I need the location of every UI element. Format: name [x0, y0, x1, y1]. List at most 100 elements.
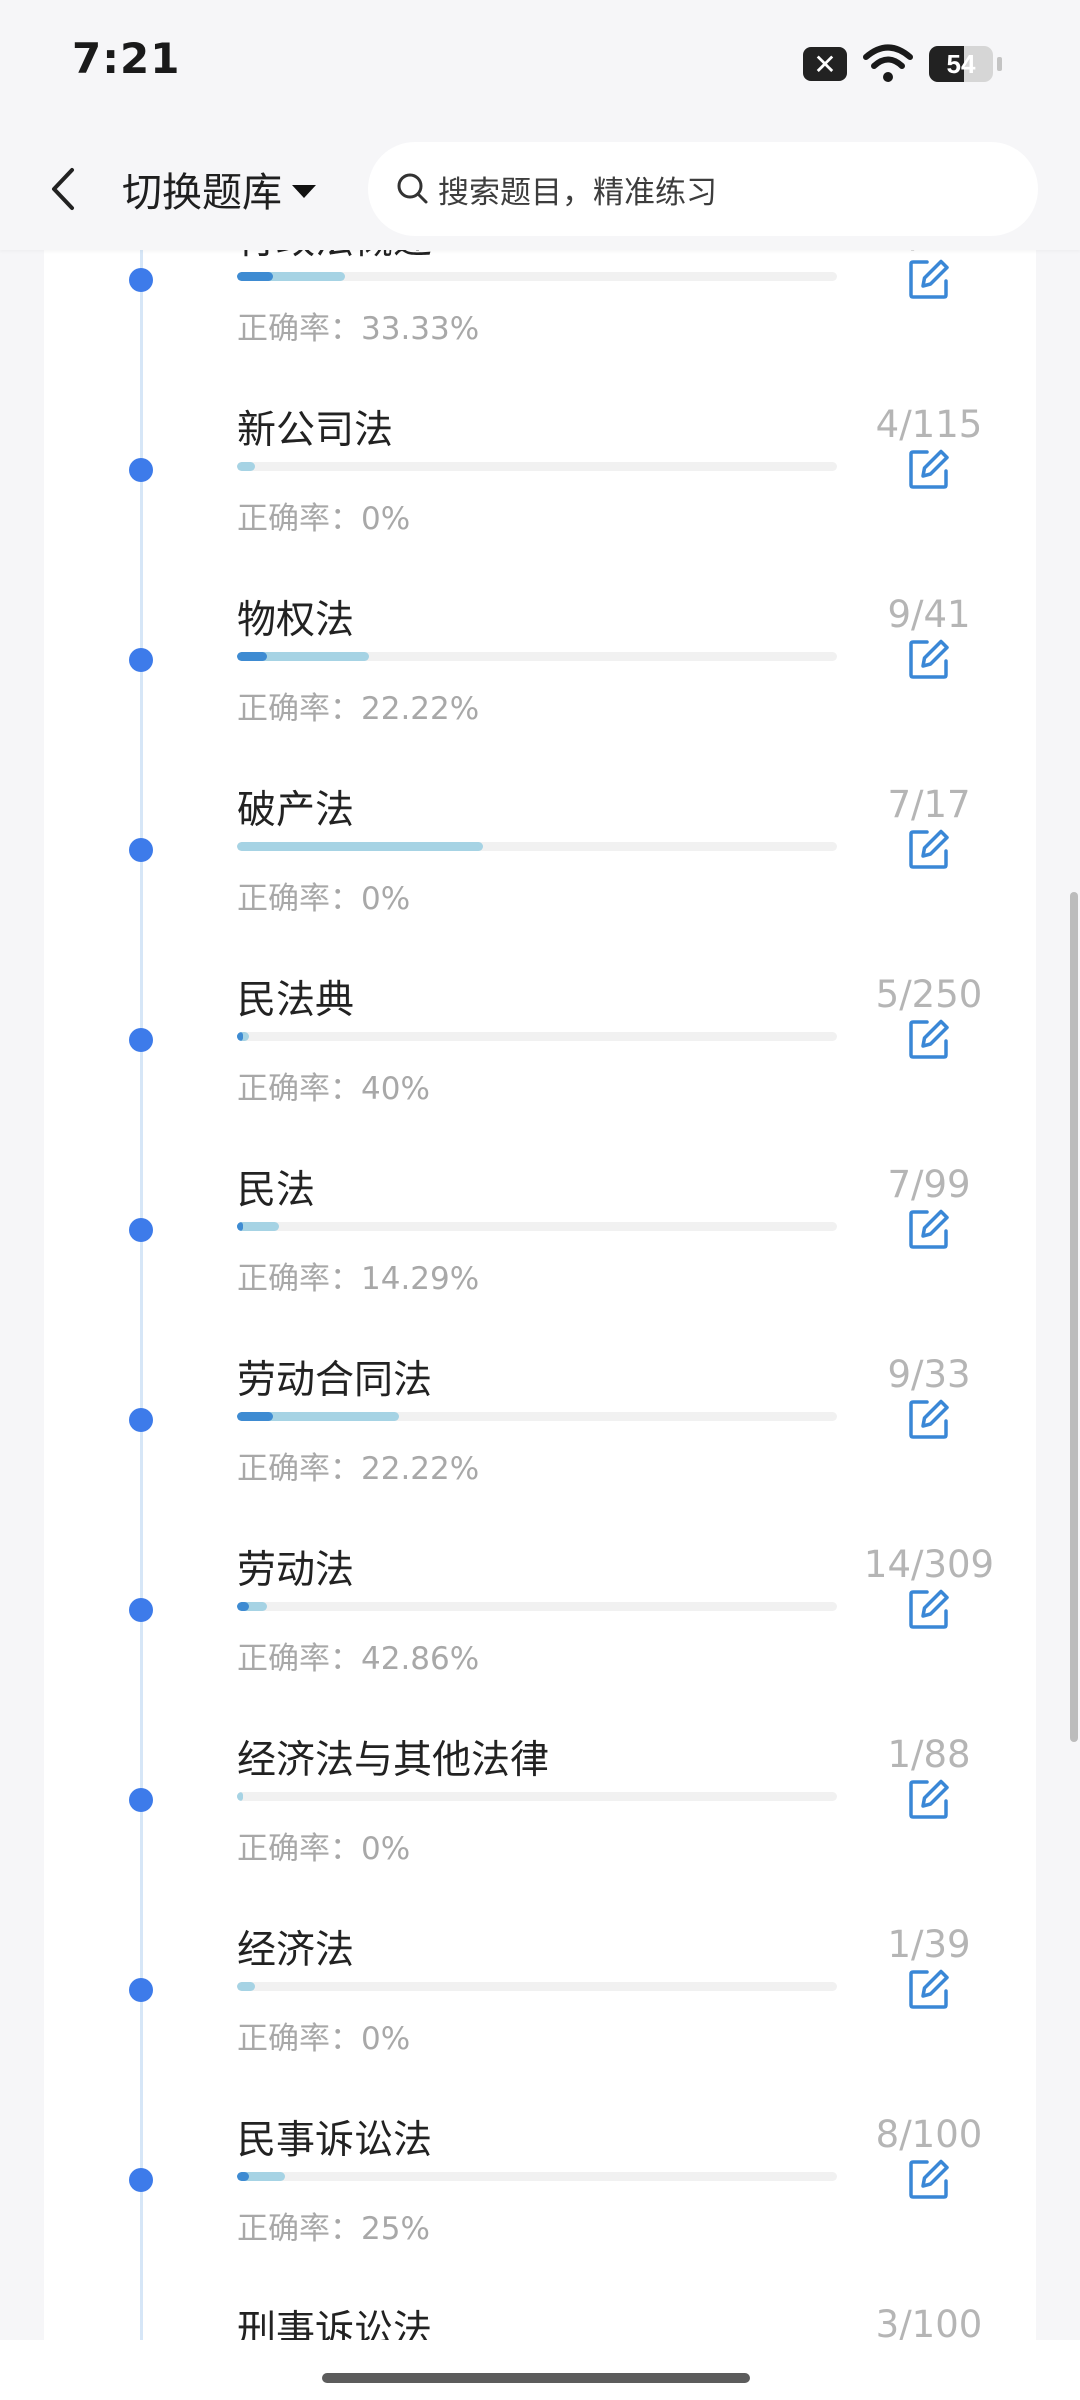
caret-down-icon [292, 184, 316, 198]
chapter-row[interactable]: 新公司法 正确率：0% 4/115 [44, 403, 1036, 617]
search-icon [394, 170, 432, 208]
chapter-row[interactable]: 经济法与其他法律 正确率：0% 1/88 [44, 1733, 1036, 1947]
accuracy-text: 正确率：33.33% [237, 311, 480, 347]
switch-question-bank-label: 切换题库 [122, 170, 282, 216]
chapter-title: 行政法概述 [237, 250, 432, 265]
timeline-dot [129, 2168, 153, 2192]
chapter-row[interactable]: 破产法 正确率：0% 7/17 [44, 783, 1036, 997]
progress-correct-fill [237, 1222, 243, 1231]
back-button[interactable] [38, 153, 88, 225]
accuracy-text: 正确率：40% [237, 1071, 430, 1107]
status-bar: 7:21 ✕ 54 [0, 0, 1080, 128]
accuracy-text: 正确率：0% [237, 881, 411, 917]
timeline-dot [129, 1218, 153, 1242]
progress-count: 8/100 [875, 2113, 983, 2156]
progress-bar [237, 1982, 837, 1991]
practice-edit-button[interactable] [901, 251, 957, 307]
progress-count: 7/99 [887, 1163, 971, 1206]
search-input[interactable]: 搜索题目，精准练习 [368, 142, 1038, 236]
search-placeholder: 搜索题目，精准练习 [438, 174, 717, 211]
progress-correct-fill [237, 272, 273, 281]
progress-correct-fill [237, 652, 267, 661]
practice-edit-button[interactable] [901, 1391, 957, 1447]
status-time: 7:21 [72, 34, 181, 83]
practice-edit-button[interactable] [901, 441, 957, 497]
progress-correct-fill [237, 1412, 273, 1421]
edit-icon [909, 1019, 949, 1059]
chevron-left-icon [52, 168, 74, 210]
timeline-dot [129, 458, 153, 482]
status-icons: ✕ 54 [803, 42, 1002, 86]
chapter-row[interactable]: 经济法 正确率：0% 1/39 [44, 1923, 1036, 2137]
navigation-bar [0, 2340, 1080, 2400]
home-indicator[interactable] [322, 2373, 750, 2383]
practice-edit-button[interactable] [901, 1011, 957, 1067]
chapter-row[interactable]: 民法典 正确率：40% 5/250 [44, 973, 1036, 1187]
progress-count: 4/115 [875, 403, 983, 446]
progress-correct-fill [237, 2172, 249, 2181]
progress-bar [237, 1792, 837, 1801]
chapter-title: 物权法 [237, 598, 355, 643]
notification-close-icon: ✕ [803, 47, 847, 81]
accuracy-text: 正确率：22.22% [237, 691, 480, 727]
progress-bar [237, 1602, 837, 1611]
edit-icon [909, 449, 949, 489]
chapter-row[interactable]: 劳动合同法 正确率：22.22% 9/33 [44, 1353, 1036, 1567]
battery-tip [997, 57, 1002, 71]
progress-correct-fill [237, 1602, 249, 1611]
accuracy-text: 正确率：14.29% [237, 1261, 480, 1297]
timeline-dot [129, 648, 153, 672]
practice-edit-button[interactable] [901, 1201, 957, 1257]
practice-edit-button[interactable] [901, 631, 957, 687]
switch-question-bank-button[interactable]: 切换题库 [122, 158, 316, 220]
battery-icon: 54 [929, 46, 993, 82]
chapter-row[interactable]: 民法 正确率：14.29% 7/99 [44, 1163, 1036, 1377]
progress-correct-fill [237, 1032, 243, 1041]
timeline-dot [129, 838, 153, 862]
progress-done-fill [237, 1982, 255, 1991]
practice-edit-button[interactable] [901, 2151, 957, 2207]
progress-count: 7/17 [887, 783, 971, 826]
timeline-dot [129, 1978, 153, 2002]
chapter-title: 经济法与其他法律 [237, 1738, 550, 1783]
chapter-row[interactable]: 行政法概述 正确率：33.33% 3/17 [44, 250, 1036, 427]
progress-bar [237, 462, 837, 471]
edit-icon [909, 639, 949, 679]
progress-bar [237, 1032, 837, 1041]
chapter-title: 劳动合同法 [237, 1358, 433, 1403]
accuracy-text: 正确率：0% [237, 1831, 411, 1867]
progress-count: 14/309 [863, 1543, 995, 1586]
chapter-title: 劳动法 [237, 1548, 355, 1593]
progress-count: 1/88 [887, 1733, 971, 1776]
edit-icon [909, 1399, 949, 1439]
progress-done-fill [237, 462, 255, 471]
edit-icon [909, 2159, 949, 2199]
practice-edit-button[interactable] [901, 821, 957, 877]
timeline-dot [129, 1408, 153, 1432]
chapter-title: 破产法 [237, 788, 355, 833]
practice-edit-button[interactable] [901, 1961, 957, 2017]
progress-bar [237, 1222, 837, 1231]
chapter-title: 民法典 [237, 978, 355, 1023]
chapter-row[interactable]: 物权法 正确率：22.22% 9/41 [44, 593, 1036, 807]
chapter-title: 经济法 [237, 1928, 355, 1973]
timeline-dot [129, 268, 153, 292]
wifi-icon [863, 44, 913, 82]
chapter-row[interactable]: 民事诉讼法 正确率：25% 8/100 [44, 2113, 1036, 2327]
battery-level: 54 [946, 48, 976, 79]
progress-bar [237, 1412, 837, 1421]
chapter-title: 新公司法 [237, 408, 394, 453]
accuracy-text: 正确率：0% [237, 501, 411, 537]
accuracy-text: 正确率：0% [237, 2021, 411, 2057]
scrollbar[interactable] [1070, 892, 1078, 1742]
practice-edit-button[interactable] [901, 1581, 957, 1637]
progress-count: 5/250 [875, 973, 983, 1016]
header-bar: 切换题库 搜索题目，精准练习 [0, 128, 1080, 250]
chapter-card: 行政法概述 正确率：33.33% 3/17 新公司法 正确率：0% 4/115 [44, 250, 1036, 2360]
edit-icon [909, 829, 949, 869]
timeline-dot [129, 1788, 153, 1812]
edit-icon [909, 1779, 949, 1819]
chapter-list[interactable]: 行政法概述 正确率：33.33% 3/17 新公司法 正确率：0% 4/115 [0, 250, 1080, 2360]
edit-icon [909, 259, 949, 299]
practice-edit-button[interactable] [901, 1771, 957, 1827]
